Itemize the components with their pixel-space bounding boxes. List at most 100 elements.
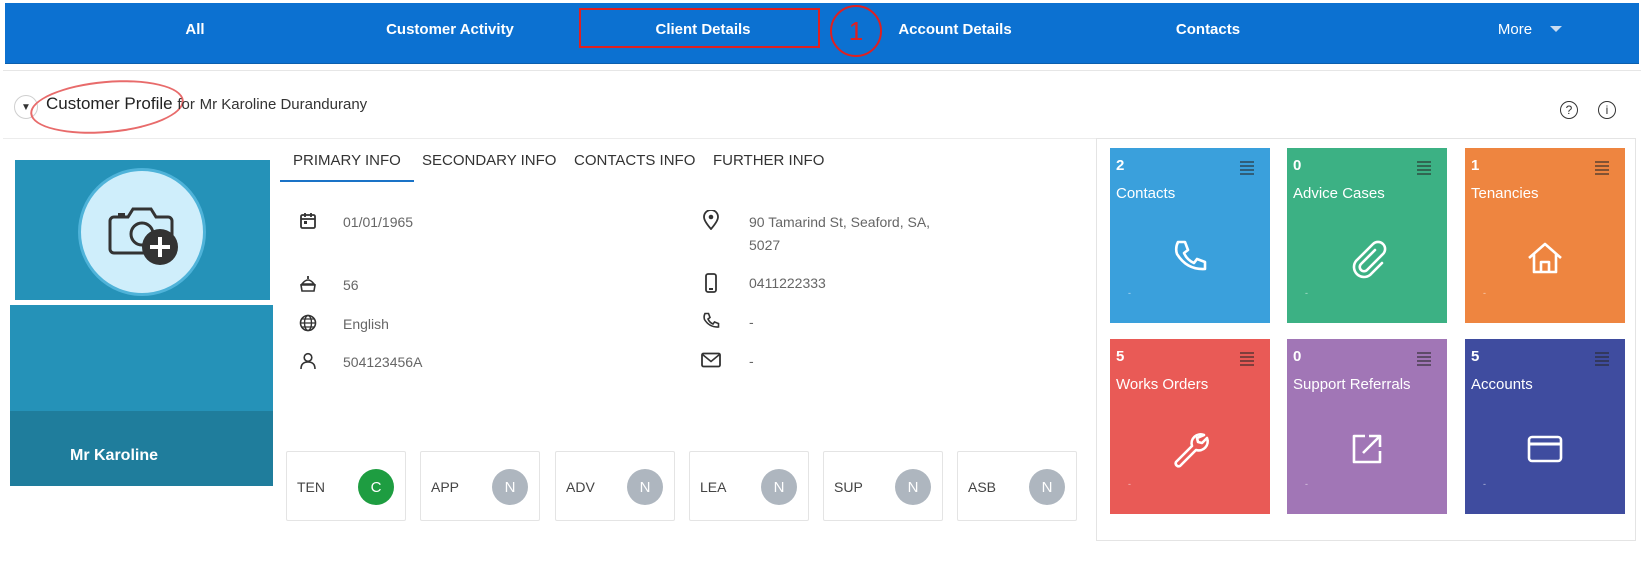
- nav-tab-customer-activity[interactable]: Customer Activity: [350, 3, 550, 55]
- nav-more-label: More: [1497, 20, 1533, 38]
- address-line1: 90 Tamarind St, Seaford, SA,: [749, 214, 931, 230]
- flag-status-badge: N: [492, 469, 528, 505]
- flag-label: SUP: [834, 479, 863, 495]
- hamburger-menu-icon[interactable]: [1240, 352, 1254, 368]
- flag-status-badge: C: [358, 469, 394, 505]
- flag-lea[interactable]: LEA N: [689, 451, 809, 521]
- page-title-text: Customer Profile: [46, 94, 173, 113]
- tile-footer: -: [1305, 288, 1308, 298]
- flag-asb[interactable]: ASB N: [957, 451, 1077, 521]
- tile-advice-cases[interactable]: 0 Advice Cases -: [1287, 148, 1447, 323]
- customer-id-value: 504123456A: [343, 354, 423, 370]
- age-value: 56: [343, 277, 359, 293]
- flag-app[interactable]: APP N: [420, 451, 540, 521]
- annotation-number: 1: [848, 15, 864, 46]
- hamburger-menu-icon[interactable]: [1595, 352, 1609, 368]
- chevron-down-icon: [1550, 26, 1563, 32]
- flag-adv[interactable]: ADV N: [555, 451, 675, 521]
- tab-contacts-info[interactable]: CONTACTS INFO: [574, 152, 695, 180]
- camera-add-icon: [108, 207, 178, 265]
- tile-contacts[interactable]: 2 Contacts -: [1110, 148, 1270, 323]
- tile-count: 5: [1471, 348, 1480, 365]
- flag-label: ADV: [566, 479, 595, 495]
- annotation-marker: 1: [830, 5, 882, 57]
- tile-works-orders[interactable]: 5 Works Orders -: [1110, 339, 1270, 514]
- flag-sup[interactable]: SUP N: [823, 451, 943, 521]
- mobile-value: 0411222333: [749, 275, 826, 291]
- help-icon-glyph: ?: [1565, 103, 1573, 117]
- tile-count: 1: [1471, 157, 1480, 174]
- hamburger-menu-icon[interactable]: [1417, 161, 1431, 177]
- page-title-for: for: [177, 96, 195, 113]
- page-title: Customer Profile for Mr Karoline Durandu…: [46, 94, 367, 114]
- tab-contacts-info-label: CONTACTS INFO: [574, 152, 696, 169]
- tab-secondary-info[interactable]: SECONDARY INFO: [422, 152, 556, 180]
- flag-label: ASB: [968, 479, 997, 495]
- tile-label: Support Referrals: [1293, 376, 1411, 393]
- hamburger-menu-icon[interactable]: [1240, 161, 1254, 177]
- tab-further-info-label: FURTHER INFO: [713, 152, 825, 169]
- location-pin-icon: [700, 209, 722, 231]
- phone-value: -: [749, 314, 754, 330]
- hamburger-menu-icon[interactable]: [1417, 352, 1431, 368]
- tile-support-referrals[interactable]: 0 Support Referrals -: [1287, 339, 1447, 514]
- header-divider: [3, 138, 1096, 139]
- tile-label: Advice Cases: [1293, 185, 1385, 202]
- tile-footer: -: [1483, 479, 1486, 489]
- tile-count: 5: [1116, 348, 1125, 365]
- flag-status-badge: N: [895, 469, 931, 505]
- flag-ten[interactable]: TEN C: [286, 451, 406, 521]
- nav-tab-all[interactable]: All: [140, 3, 250, 55]
- tile-footer: -: [1483, 288, 1486, 298]
- nav-tab-contacts[interactable]: Contacts: [1108, 3, 1308, 55]
- tile-label: Tenancies: [1471, 185, 1539, 202]
- language-value: English: [343, 316, 389, 332]
- hamburger-menu-icon[interactable]: [1595, 161, 1609, 177]
- phone-icon: [1174, 240, 1207, 271]
- tile-footer: -: [1128, 479, 1131, 489]
- nav-more-dropdown[interactable]: More: [1475, 3, 1585, 55]
- info-icon-glyph: i: [1605, 103, 1609, 117]
- credit-card-icon: [1527, 435, 1563, 463]
- tile-label: Contacts: [1116, 185, 1176, 202]
- dob-value: 01/01/1965: [343, 214, 414, 230]
- tile-count: 0: [1293, 157, 1302, 174]
- tile-label: Accounts: [1471, 376, 1533, 393]
- tab-secondary-info-label: SECONDARY INFO: [422, 152, 557, 169]
- tile-label: Works Orders: [1116, 376, 1209, 393]
- help-icon[interactable]: ?: [1560, 101, 1578, 119]
- flag-label: TEN: [297, 479, 325, 495]
- flag-status-badge: N: [627, 469, 663, 505]
- tile-footer: -: [1128, 288, 1131, 298]
- flag-label: APP: [431, 479, 460, 495]
- calendar-icon: [297, 210, 319, 232]
- nav-tab-account-details[interactable]: Account Details: [855, 3, 1055, 55]
- tile-accounts[interactable]: 5 Accounts -: [1465, 339, 1625, 514]
- wrench-icon: [1174, 433, 1209, 468]
- mobile-phone-icon: [700, 272, 722, 294]
- tile-tenancies[interactable]: 1 Tenancies -: [1465, 148, 1625, 323]
- home-icon: [1528, 242, 1562, 274]
- address-line2: 5027: [749, 237, 781, 253]
- flag-label: LEA: [700, 479, 727, 495]
- add-photo-button[interactable]: [78, 168, 206, 296]
- tab-further-info[interactable]: FURTHER INFO: [713, 152, 824, 180]
- birthday-cake-icon: [297, 273, 319, 295]
- email-value: -: [749, 353, 754, 369]
- profile-display-name: Mr Karoline: [70, 447, 159, 464]
- highlight-box: [579, 8, 820, 48]
- tile-footer: -: [1305, 479, 1308, 489]
- top-navigation: All Customer Activity Client Details Acc…: [5, 3, 1639, 64]
- paperclip-icon: [1352, 240, 1387, 279]
- person-icon: [297, 350, 319, 372]
- envelope-icon: [700, 349, 722, 371]
- tile-count: 2: [1116, 157, 1125, 174]
- tab-primary-info[interactable]: PRIMARY INFO: [280, 152, 414, 182]
- customer-name: Mr Karoline Durandurany: [199, 96, 368, 113]
- external-link-icon: [1352, 434, 1382, 464]
- globe-icon: [297, 312, 319, 334]
- flag-status-badge: N: [1029, 469, 1065, 505]
- tab-primary-info-label: PRIMARY INFO: [293, 152, 401, 169]
- info-icon[interactable]: i: [1598, 101, 1616, 119]
- phone-icon: [700, 310, 722, 332]
